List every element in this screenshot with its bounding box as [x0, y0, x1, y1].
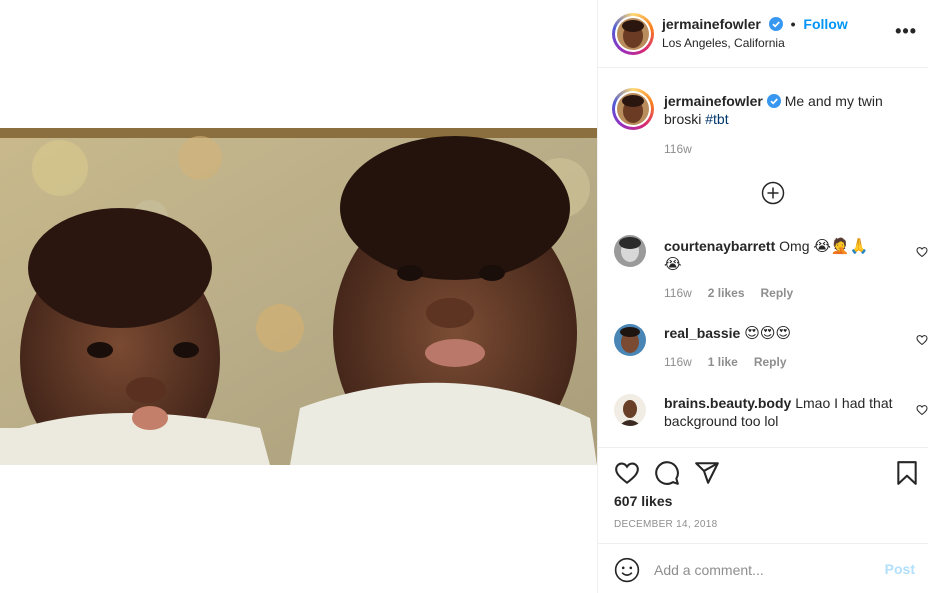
- commenter-avatar[interactable]: [614, 324, 646, 356]
- caption-avatar[interactable]: [612, 88, 654, 130]
- post-caption: jermainefowler Me and my twin broski #tb…: [664, 92, 904, 128]
- comment-heart-icon[interactable]: [916, 334, 928, 346]
- comment-emojis: 😭🤦🙏: [813, 237, 869, 255]
- comment-bubble-icon[interactable]: [654, 460, 680, 486]
- comment-meta: 116w 2 likes Reply: [664, 286, 809, 300]
- twin-babies-photo: [0, 128, 597, 465]
- plus-circle-icon[interactable]: [761, 181, 785, 205]
- comment-emojis: 😍😍😍: [744, 324, 792, 342]
- author-avatar-image: [617, 18, 649, 50]
- comment-input[interactable]: [654, 557, 874, 583]
- author-avatar[interactable]: [612, 13, 654, 55]
- comment-body: courtenaybarrett Omg 😭🤦🙏 😭: [664, 237, 894, 273]
- commenter-avatar[interactable]: [614, 235, 646, 267]
- add-comment-bar: Post: [598, 543, 928, 593]
- post-photo[interactable]: [0, 128, 597, 465]
- caption-username[interactable]: jermainefowler: [664, 93, 763, 109]
- commenter-avatar-image: [614, 235, 646, 267]
- comment-likes[interactable]: 1 like: [708, 355, 738, 369]
- post-actions: 607 likes December 14, 2018: [598, 447, 928, 543]
- comment-timestamp[interactable]: 116w: [664, 286, 692, 300]
- commenter-avatar[interactable]: [614, 394, 646, 426]
- caption-hashtag[interactable]: #tbt: [705, 111, 728, 127]
- more-options-icon[interactable]: •••: [895, 22, 917, 40]
- header-author-line: jermainefowler • Follow: [662, 16, 848, 32]
- reply-button[interactable]: Reply: [754, 355, 787, 369]
- post-details-panel: jermainefowler • Follow Los Angeles, Cal…: [597, 0, 928, 593]
- comment-item: brains.beauty.body Lmao I had that backg…: [614, 394, 928, 438]
- paper-plane-icon[interactable]: [694, 460, 720, 486]
- verified-badge-icon: [768, 17, 783, 31]
- follow-button[interactable]: Follow: [803, 16, 847, 32]
- post-date[interactable]: December 14, 2018: [614, 519, 717, 530]
- verified-badge-icon: [766, 94, 781, 108]
- reply-button[interactable]: Reply: [761, 286, 794, 300]
- comment-heart-icon[interactable]: [916, 246, 928, 258]
- comment-heart-icon[interactable]: [916, 404, 928, 416]
- comment-body: brains.beauty.body Lmao I had that backg…: [664, 394, 894, 430]
- bookmark-icon[interactable]: [894, 460, 920, 486]
- comment-meta: 116w 1 like Reply: [664, 355, 803, 369]
- commenter-avatar-image: [614, 394, 646, 426]
- author-username[interactable]: jermainefowler: [662, 16, 761, 32]
- separator-dot: •: [790, 16, 796, 32]
- caption-timestamp[interactable]: 116w: [664, 142, 692, 156]
- comment-emojis-line2: 😭: [664, 255, 682, 273]
- post-media-area: [0, 0, 597, 593]
- comment-username[interactable]: real_bassie: [664, 325, 740, 341]
- comment-item: real_bassie 😍😍😍 116w 1 like Reply: [614, 324, 928, 374]
- comment-likes[interactable]: 2 likes: [708, 286, 745, 300]
- comment-username[interactable]: brains.beauty.body: [664, 395, 791, 411]
- comment-timestamp[interactable]: 116w: [664, 355, 692, 369]
- post-location[interactable]: Los Angeles, California: [662, 36, 785, 50]
- heart-icon[interactable]: [614, 460, 640, 486]
- post-comment-button[interactable]: Post: [885, 561, 915, 577]
- comment-item: courtenaybarrett Omg 😭🤦🙏 😭 116w 2 likes Rep…: [614, 235, 928, 305]
- smiley-icon[interactable]: [614, 557, 640, 583]
- caption-avatar-image: [617, 93, 649, 125]
- commenter-avatar-image: [614, 324, 646, 356]
- post-header: jermainefowler • Follow Los Angeles, Cal…: [598, 0, 928, 68]
- likes-count[interactable]: 607 likes: [614, 493, 672, 509]
- comment-body: real_bassie 😍😍😍: [664, 324, 894, 342]
- comment-username[interactable]: courtenaybarrett: [664, 238, 775, 254]
- comment-text: Omg: [775, 238, 814, 254]
